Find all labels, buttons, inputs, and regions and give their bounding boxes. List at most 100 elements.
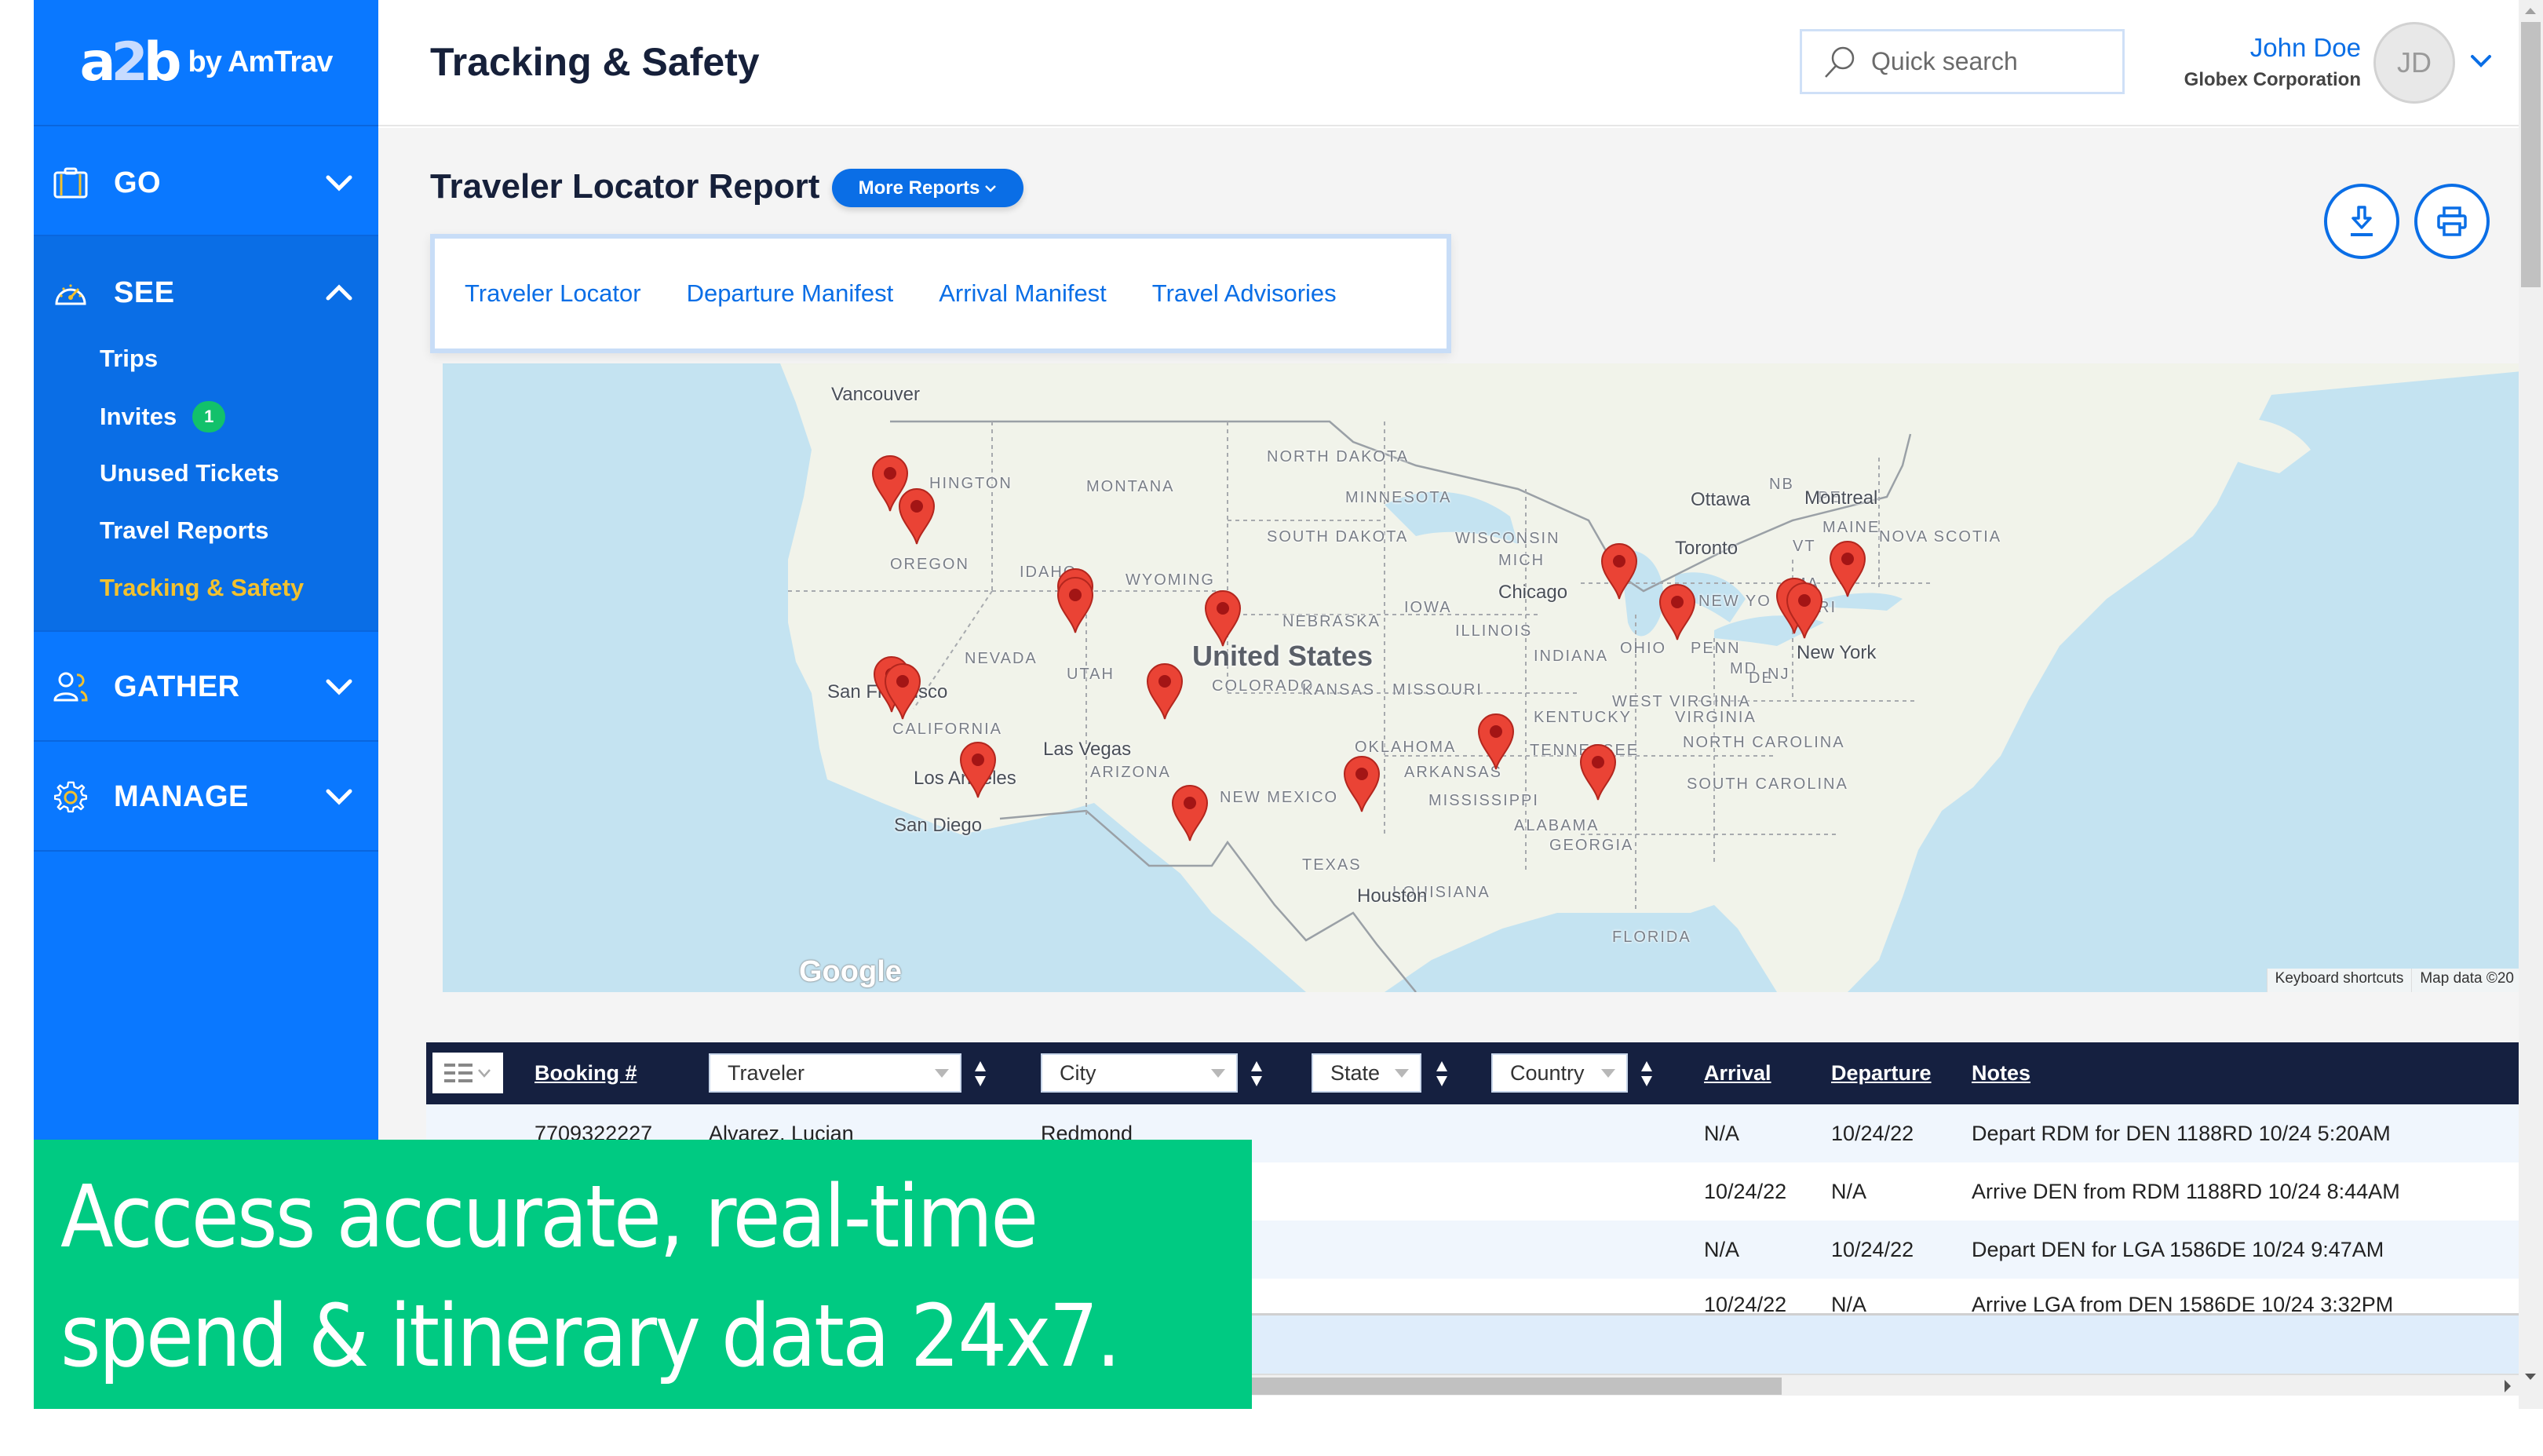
cell-departure: 10/24/22 [1831, 1121, 1914, 1145]
map-region-label: NEVADA [965, 650, 1038, 667]
sort-country-icon[interactable] [1640, 1060, 1654, 1088]
location-marker[interactable] [1657, 582, 1698, 641]
column-departure[interactable]: Departure [1831, 1042, 1932, 1104]
promo-banner-line-1: Access accurate, real-time [60, 1166, 1038, 1267]
sidebar-manage-toggle[interactable]: MANAGE [34, 757, 378, 836]
chevron-down-icon [326, 679, 352, 695]
map-city-label: Toronto [1675, 538, 1739, 559]
location-marker[interactable] [1202, 588, 1243, 648]
location-marker[interactable] [1169, 783, 1210, 842]
sort-state-icon[interactable] [1435, 1060, 1449, 1088]
country-filter[interactable]: Country [1491, 1053, 1628, 1093]
download-icon [2351, 206, 2373, 236]
map-region-label: NEW MEXICO [1220, 789, 1339, 806]
map-region-label: VT [1793, 538, 1816, 555]
download-button[interactable] [2324, 184, 2399, 259]
scroll-right-arrow[interactable] [2505, 1380, 2511, 1392]
sidebar-gather-toggle[interactable]: GATHER [34, 648, 378, 726]
city-filter[interactable]: City [1041, 1053, 1238, 1093]
more-reports-button[interactable]: More Reports [832, 169, 1023, 207]
cell-arrival: N/A [1704, 1237, 1740, 1261]
keyboard-shortcuts-link[interactable]: Keyboard shortcuts [2266, 969, 2412, 992]
more-reports-label: More Reports [858, 177, 980, 199]
print-button[interactable] [2414, 184, 2490, 259]
user-name[interactable]: John Doe [2250, 33, 2361, 63]
logo[interactable]: a2b by AmTrav [34, 0, 378, 126]
location-marker[interactable] [1055, 575, 1096, 634]
location-marker[interactable] [1578, 742, 1618, 801]
column-booking[interactable]: Booking # [535, 1042, 637, 1104]
location-marker[interactable] [1827, 538, 1868, 598]
scroll-up-arrow[interactable] [2525, 8, 2536, 14]
caret-down-icon [1395, 1069, 1409, 1078]
map-region-label: NOVA SCOTIA [1879, 528, 2002, 546]
search-icon [1825, 46, 1855, 78]
sidebar-item-trips[interactable]: Trips [100, 345, 158, 373]
map-data-attribution[interactable]: Map data ©20 [2411, 969, 2522, 992]
map-region-label: IOWA [1404, 599, 1452, 616]
printer-icon [2437, 206, 2467, 236]
column-notes[interactable]: Notes [1972, 1042, 2030, 1104]
user-menu-chevron-icon[interactable] [2469, 49, 2493, 72]
map-region-label: WYOMING [1126, 571, 1215, 589]
map-region-label: CALIFORNIA [892, 721, 1003, 738]
search-input[interactable] [1871, 47, 2122, 76]
location-marker[interactable] [1476, 711, 1516, 771]
map-region-label: ARIZONA [1090, 764, 1171, 781]
page-vertical-scrollbar[interactable] [2519, 0, 2543, 1409]
sort-city-icon[interactable] [1250, 1060, 1264, 1088]
map-region-label: FLORIDA [1612, 929, 1691, 946]
map-region-label: MINNESOTA [1345, 489, 1452, 506]
sidebar-go-toggle[interactable]: GO [34, 144, 378, 222]
scrollbar-thumb[interactable] [2521, 22, 2541, 287]
tab-traveler-locator[interactable]: Traveler Locator [465, 279, 641, 308]
location-marker[interactable] [1784, 580, 1825, 640]
map-region-label: ALABAMA [1514, 817, 1600, 834]
map-region-label: MISSISSIPPI [1428, 792, 1539, 809]
column-chooser-button[interactable] [432, 1053, 503, 1093]
scroll-down-arrow[interactable] [2525, 1374, 2536, 1380]
location-marker[interactable] [1144, 661, 1185, 721]
map-city-label: San Diego [894, 815, 983, 836]
avatar[interactable]: JD [2373, 22, 2455, 104]
sidebar-see-toggle[interactable]: SEE [34, 254, 378, 332]
map-region-label: TEXAS [1302, 856, 1362, 874]
sidebar-item-invites-label: Invites [100, 403, 177, 430]
column-arrival[interactable]: Arrival [1704, 1042, 1771, 1104]
tab-arrival-manifest[interactable]: Arrival Manifest [939, 279, 1107, 308]
location-marker[interactable] [882, 661, 923, 721]
sidebar-section-manage: MANAGE [34, 742, 378, 852]
sidebar-go-label: GO [114, 166, 162, 199]
sidebar-item-tracking-safety[interactable]: Tracking & Safety [100, 574, 304, 602]
state-filter[interactable]: State [1312, 1053, 1421, 1093]
map-region-label: MAINE [1822, 519, 1881, 536]
map-region-label: MONTANA [1086, 478, 1175, 495]
table-header: Booking # Traveler City State Country Ar… [426, 1042, 2522, 1104]
location-marker[interactable] [1341, 754, 1382, 813]
city-filter-label: City [1060, 1060, 1096, 1085]
chevron-down-icon [985, 184, 997, 192]
sidebar-manage-label: MANAGE [114, 779, 249, 813]
location-marker[interactable] [958, 739, 998, 799]
tab-departure-manifest[interactable]: Departure Manifest [687, 279, 894, 308]
sidebar-item-invites[interactable]: Invites 1 [100, 401, 226, 432]
sort-traveler-icon[interactable] [973, 1060, 987, 1088]
caret-down-icon [1211, 1069, 1225, 1078]
state-filter-label: State [1330, 1060, 1381, 1085]
sidebar-item-travel-reports[interactable]: Travel Reports [100, 516, 268, 545]
traveler-map[interactable]: HINGTON MONTANA NORTH DAKOTA MINNESOTA OREGO… [443, 363, 2522, 992]
quick-search[interactable] [1800, 29, 2125, 94]
map-city-label: Ottawa [1691, 489, 1751, 510]
app-root: a2b by AmTrav GO SEE Trips Invites 1 Unu… [0, 0, 2543, 1456]
report-tabs: Traveler Locator Departure Manifest Arri… [430, 234, 1451, 353]
traveler-filter[interactable]: Traveler [709, 1053, 961, 1093]
tab-travel-advisories[interactable]: Travel Advisories [1152, 279, 1337, 308]
map-city-label: Houston [1357, 885, 1428, 907]
location-marker[interactable] [896, 486, 937, 546]
promo-banner-line-2: spend & itinerary data 24x7. [60, 1286, 1121, 1386]
location-marker[interactable] [1599, 541, 1640, 600]
map-region-label: KENTUCKY [1534, 709, 1632, 726]
map-region-label: OHIO [1620, 640, 1667, 657]
map-city-label: Montreal [1804, 487, 1878, 509]
sidebar-item-unused-tickets[interactable]: Unused Tickets [100, 459, 279, 487]
